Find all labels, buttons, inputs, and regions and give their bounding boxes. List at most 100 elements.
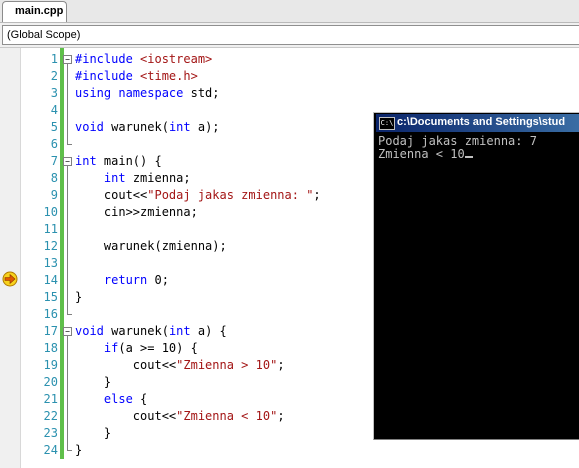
console-title: c:\Documents and Settings\stud	[397, 116, 566, 128]
line-number: 24	[43, 443, 58, 457]
code-token: a);	[190, 120, 220, 134]
line-number: 7	[50, 154, 58, 168]
line-number: 20	[43, 375, 58, 389]
keyword-token: #include	[75, 52, 141, 66]
outline-end	[67, 314, 72, 315]
keyword-token: else	[103, 392, 133, 406]
line-number: 5	[50, 120, 58, 134]
code-line[interactable]: cout<<"Podaj jakas zmienna: ";	[75, 187, 321, 204]
code-token: ;	[277, 409, 285, 423]
code-token: cout<<	[75, 188, 148, 202]
string-token: <time.h>	[140, 69, 198, 83]
outline-line	[67, 336, 68, 451]
keyword-token: void	[75, 324, 104, 338]
code-line[interactable]: cout<<"Zmienna < 10";	[75, 408, 285, 425]
tab-main-cpp[interactable]: main.cpp	[2, 1, 67, 22]
code-line[interactable]: warunek(zmienna);	[75, 238, 227, 255]
line-number: 19	[43, 358, 58, 372]
code-line[interactable]: void warunek(int a);	[75, 119, 220, 136]
string-token: "Zmienna > 10"	[176, 358, 278, 372]
code-line[interactable]: }	[75, 289, 82, 306]
keyword-token: return	[103, 273, 148, 287]
line-number: 17	[43, 324, 58, 338]
line-number: 6	[50, 137, 58, 151]
collapse-toggle-icon[interactable]: −	[63, 327, 72, 336]
code-line[interactable]: cout<<"Zmienna > 10";	[75, 357, 285, 374]
code-token: }	[75, 426, 112, 440]
code-token: main() {	[96, 154, 162, 168]
line-number: 14	[43, 273, 58, 287]
code-token: (a >= 10) {	[118, 341, 198, 355]
code-token: cout<<	[75, 409, 177, 423]
collapse-toggle-icon[interactable]: −	[63, 55, 72, 64]
code-token: ;	[277, 358, 285, 372]
outline-end	[67, 450, 72, 451]
string-token: "Podaj jakas zmienna: "	[147, 188, 314, 202]
collapse-toggle-icon[interactable]: −	[63, 157, 72, 166]
keyword-token: using namespace	[75, 86, 184, 100]
code-line[interactable]: using namespace std;	[75, 85, 220, 102]
indicator-margin[interactable]	[0, 48, 21, 468]
keyword-token: void	[75, 120, 104, 134]
tab-label: main.cpp	[15, 5, 64, 17]
scope-dropdown[interactable]: (Global Scope)	[2, 25, 579, 45]
line-number: 15	[43, 290, 58, 304]
code-line[interactable]: int main() {	[75, 153, 162, 170]
code-token: ;	[313, 188, 321, 202]
code-line[interactable]: }	[75, 425, 111, 442]
code-token: warunek(	[103, 120, 169, 134]
code-line[interactable]: else {	[75, 391, 147, 408]
code-line[interactable]: }	[75, 442, 82, 459]
outline-line	[67, 166, 68, 315]
code-line[interactable]: int zmienna;	[75, 170, 191, 187]
code-token: zmienna;	[125, 171, 191, 185]
console-window[interactable]: C:\ c:\Documents and Settings\stud Podaj…	[373, 112, 579, 440]
line-number: 2	[50, 69, 58, 83]
line-number: 11	[43, 222, 58, 236]
line-number: 4	[50, 103, 58, 117]
line-number: 18	[43, 341, 58, 355]
keyword-token: int	[168, 324, 191, 338]
string-token: "Zmienna < 10"	[176, 409, 278, 423]
console-app-icon: C:\	[379, 117, 395, 130]
line-number: 16	[43, 307, 58, 321]
console-titlebar[interactable]: C:\ c:\Documents and Settings\stud	[376, 114, 579, 132]
keyword-token: #include	[75, 69, 141, 83]
code-line[interactable]: cin>>zmienna;	[75, 204, 198, 221]
code-token: a) {	[190, 324, 227, 338]
outline-end	[67, 144, 72, 145]
line-number: 12	[43, 239, 58, 253]
console-output[interactable]: Podaj jakas zmienna: 7 Zmienna < 10	[378, 135, 579, 439]
line-number: 1	[50, 52, 58, 66]
code-token: {	[132, 392, 148, 406]
code-token: std;	[183, 86, 220, 100]
code-line[interactable]: void warunek(int a) {	[75, 323, 227, 340]
string-token: <iostream>	[140, 52, 213, 66]
code-token: warunek(zmienna);	[75, 239, 227, 253]
code-line[interactable]: return 0;	[75, 272, 169, 289]
line-number: 21	[43, 392, 58, 406]
code-line[interactable]: if(a >= 10) {	[75, 340, 198, 357]
line-number: 22	[43, 409, 58, 423]
code-line[interactable]: }	[75, 374, 111, 391]
code-line[interactable]: #include <iostream>	[75, 51, 212, 68]
line-number: 3	[50, 86, 58, 100]
keyword-token: int	[103, 171, 126, 185]
code-token: }	[75, 290, 83, 304]
code-token: warunek(	[103, 324, 169, 338]
code-token: cout<<	[75, 358, 177, 372]
line-number: 13	[43, 256, 58, 270]
console-cursor	[464, 156, 473, 158]
code-token: 0;	[147, 273, 169, 287]
code-token: }	[75, 375, 112, 389]
code-line[interactable]: #include <time.h>	[75, 68, 198, 85]
current-statement-arrow-icon	[2, 271, 18, 287]
console-line-2-text: Zmienna < 10	[378, 147, 465, 161]
change-tracking-bar	[60, 48, 64, 459]
keyword-token: int	[168, 120, 191, 134]
scope-dropdown-label: (Global Scope)	[7, 29, 81, 41]
